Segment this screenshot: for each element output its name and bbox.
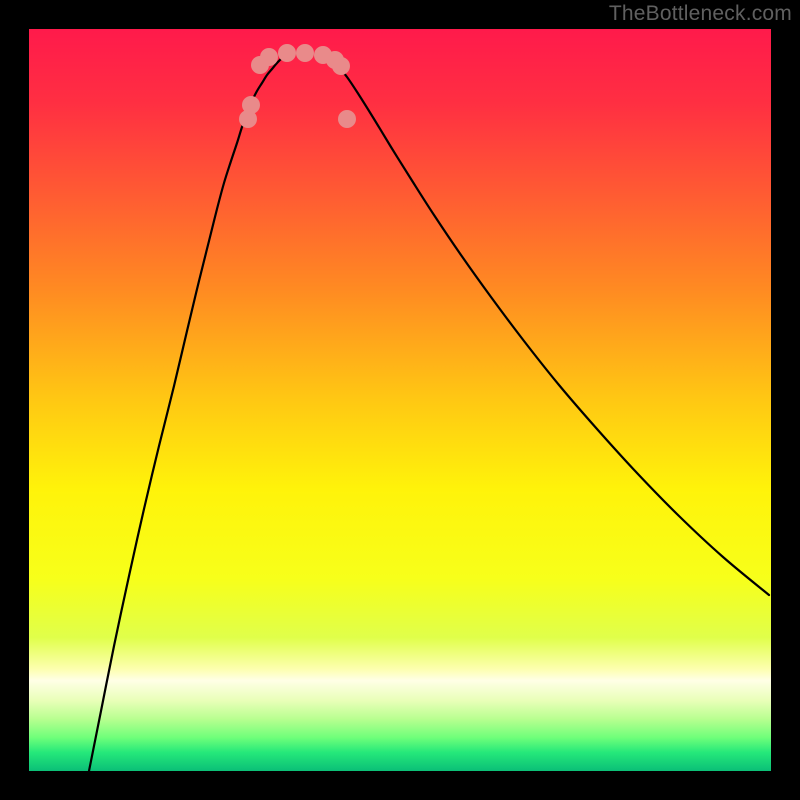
data-marker [278, 44, 296, 62]
data-marker [338, 110, 356, 128]
data-marker [260, 48, 278, 66]
chart-svg [29, 29, 771, 771]
data-marker [332, 57, 350, 75]
watermark-text: TheBottleneck.com [609, 2, 792, 26]
gradient-background [29, 29, 771, 771]
outer-frame: TheBottleneck.com [0, 0, 800, 800]
data-marker [296, 44, 314, 62]
data-marker [242, 96, 260, 114]
plot-area [29, 29, 771, 771]
